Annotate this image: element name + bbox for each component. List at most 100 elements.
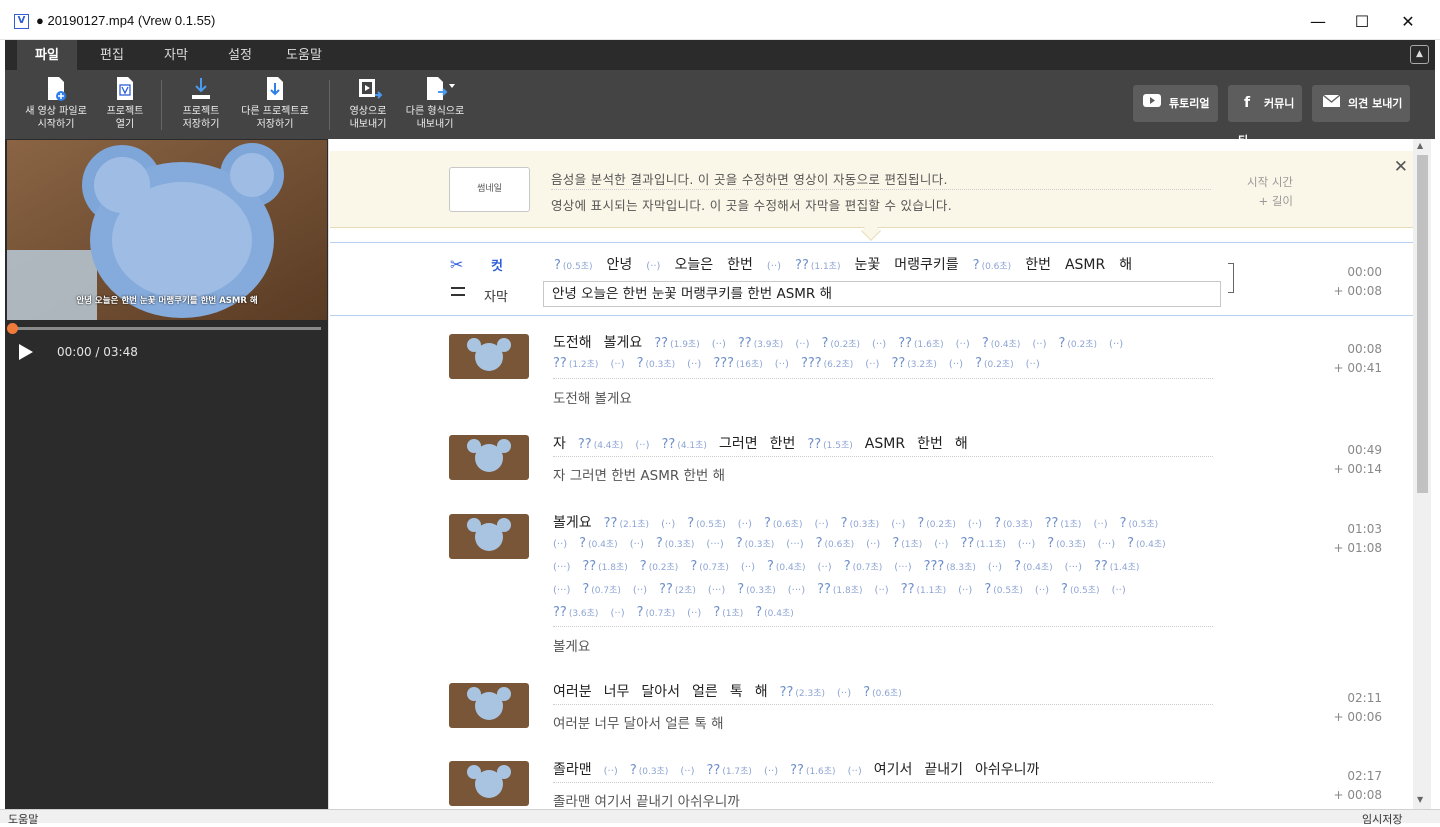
divider <box>553 704 1213 705</box>
transcript-editor: 썸네일 음성을 분석한 결과입니다. 이 곳을 수정하면 영상이 자동으로 편집… <box>328 139 1413 809</box>
clip-time: 01:03 + 01:08 <box>1333 522 1382 555</box>
clip-time: 00:00 + 00:08 <box>1333 265 1382 298</box>
speech-words[interactable]: 여러분 너무 달아서 얼른 톡 해?? (2.3초) (··)? (0.6초) <box>553 681 914 701</box>
clip-time: 02:11 + 00:06 <box>1333 691 1382 724</box>
save-project-button[interactable]: 프로젝트 저장하기 <box>173 76 229 131</box>
youtube-icon <box>1143 85 1161 122</box>
save-as-icon <box>264 76 286 102</box>
speech-words[interactable]: (···)? (0.7초) (··)?? (2초) (···)? (0.3초) (···)?… <box>553 581 1138 597</box>
vertical-scrollbar[interactable]: ▲ ▼ <box>1413 139 1431 809</box>
menu-help[interactable]: 도움말 <box>277 40 331 70</box>
toolbar-separator <box>329 80 330 130</box>
clip-thumbnail[interactable] <box>449 761 529 806</box>
vrew-logo-icon: V <box>14 14 29 29</box>
export-video-icon <box>357 76 383 102</box>
speech-words[interactable]: ?? (1.2초) (··)? (0.3초) (··)??? (16초) (··)??? (6… <box>553 355 1052 371</box>
facebook-icon: f <box>1243 95 1251 111</box>
title-bar: V ● 20190127.mp4 (Vrew 0.1.55) — ☐ ✕ <box>0 0 1440 40</box>
notice-divider <box>551 189 1211 190</box>
new-video-button[interactable]: 새 영상 파일로 시작하기 <box>19 76 93 131</box>
divider <box>553 378 1213 379</box>
menu-subtitle[interactable]: 자막 <box>149 40 203 70</box>
new-video-icon <box>45 76 67 102</box>
minimize-button[interactable]: — <box>1296 8 1340 36</box>
help-notice: 썸네일 음성을 분석한 결과입니다. 이 곳을 수정하면 영상이 자동으로 편집… <box>330 151 1413 228</box>
scroll-down-icon[interactable]: ▼ <box>1417 795 1423 804</box>
clip-thumbnail[interactable] <box>449 435 529 480</box>
speech-words[interactable]: 도전해 볼게요?? (1.9초) (··)?? (3.9초) (··)? (0.2초) (··… <box>553 332 1135 352</box>
clip-subtitle[interactable]: 졸라맨 여기서 끝내기 아쉬우니까 <box>553 790 740 809</box>
clip-time: 00:49 + 00:14 <box>1333 443 1382 476</box>
status-bar: 도움말 임시저장 <box>0 809 1440 826</box>
close-notice-button[interactable]: ✕ <box>1394 157 1408 177</box>
open-project-button[interactable]: 프로젝트 열기 <box>97 76 153 131</box>
speech-words[interactable]: 졸라맨 (··)? (0.3초) (··)?? (1.7초) (··)?? (1.6초) (·… <box>553 759 1051 779</box>
app-window: V ● 20190127.mp4 (Vrew 0.1.55) — ☐ ✕ 파일 … <box>0 0 1440 826</box>
play-icon[interactable] <box>19 344 33 360</box>
scroll-up-icon[interactable]: ▲ <box>1417 141 1423 150</box>
export-format-icon <box>424 76 455 102</box>
export-video-button[interactable]: 영상으로 내보내기 <box>341 76 395 131</box>
menu-edit[interactable]: 편집 <box>85 40 139 70</box>
speech-words[interactable]: (··)? (0.4초) (··)? (0.3초) (···)? (0.3초) (···)?… <box>553 535 1178 551</box>
clip-subtitle[interactable]: 자 그러면 한번 ASMR 한번 해 <box>553 464 725 484</box>
menu-bar: 파일 편집 자막 설정 도움말 ▲ <box>5 40 1435 70</box>
scissors-icon: ✂ <box>450 255 464 274</box>
save-project-icon <box>190 76 212 102</box>
current-clip-row[interactable]: ✂ 컷 자막 ? (0.5초) 안녕 (··) 오늘은 한번 (··)?? (1.1초) 눈꽃 머… <box>330 242 1413 316</box>
clip-row[interactable]: 졸라맨 (··)? (0.3초) (··)?? (1.7초) (··)?? (1.6초) (·… <box>330 755 1413 809</box>
tutorial-button[interactable]: 튜토리얼 <box>1133 85 1218 122</box>
video-caption: 안녕 오늘은 한번 눈꽃 머랭쿠키를 한번 ASMR 해 <box>76 296 258 306</box>
toolbar: 새 영상 파일로 시작하기 프로젝트 열기 프로젝트 저장하기 다른 프로젝트로… <box>5 70 1435 147</box>
seek-handle[interactable] <box>7 323 18 334</box>
export-format-button[interactable]: 다른 형식으로 내보내기 <box>403 76 467 131</box>
join-bracket <box>1228 263 1234 293</box>
clip-thumbnail[interactable] <box>449 334 529 379</box>
status-help[interactable]: 도움말 <box>8 811 38 827</box>
community-button[interactable]: f커뮤니티 <box>1228 85 1302 147</box>
length-label: + 길이 <box>1258 194 1293 208</box>
close-window-button[interactable]: ✕ <box>1386 8 1430 36</box>
menu-file[interactable]: 파일 <box>17 40 77 70</box>
video-player-panel: 안녕 오늘은 한번 눈꽃 머랭쿠키를 한번 ASMR 해 00:00 / 03:… <box>5 139 328 809</box>
clip-subtitle[interactable]: 볼게요 <box>553 635 590 655</box>
status-autosave: 임시저장 <box>1362 813 1403 826</box>
open-project-icon <box>114 76 136 102</box>
seek-bar[interactable] <box>13 327 321 330</box>
thumbnail-button[interactable]: 썸네일 <box>449 167 530 212</box>
clip-row[interactable]: 도전해 볼게요?? (1.9초) (··)?? (3.9초) (··)? (0.2초) (··… <box>330 328 1413 428</box>
save-as-button[interactable]: 다른 프로젝트로 저장하기 <box>237 76 313 131</box>
clip-time: 00:08 + 00:41 <box>1333 342 1382 375</box>
subtitle-label: 자막 <box>484 290 508 305</box>
clip-subtitle[interactable]: 여러분 너무 달아서 얼른 톡 해 <box>553 712 724 732</box>
speech-words[interactable]: ? (0.5초) 안녕 (··) 오늘은 한번 (··)?? (1.1초) 눈꽃 머랭쿠키를? (0… <box>554 254 1146 274</box>
maximize-button[interactable]: ☐ <box>1340 8 1384 36</box>
menu-settings[interactable]: 설정 <box>213 40 267 70</box>
clip-time: 02:17 + 00:08 <box>1333 769 1382 802</box>
window-title: ● 20190127.mp4 (Vrew 0.1.55) <box>36 13 216 28</box>
video-frame-image <box>7 140 327 320</box>
divider <box>553 456 1213 457</box>
clip-row[interactable]: 여러분 너무 달아서 얼른 톡 해?? (2.3초) (··)? (0.6초) 여러분 너무 달… <box>330 677 1413 747</box>
speech-words[interactable]: 볼게요?? (2.1초) (··)? (0.5초) (··)? (0.6초) (··)? (0… <box>553 512 1170 532</box>
mail-icon <box>1322 85 1340 122</box>
notice-line-1: 음성을 분석한 결과입니다. 이 곳을 수정하면 영상이 자동으로 편집됩니다. <box>551 172 948 187</box>
cut-label: 컷 <box>491 259 503 274</box>
collapse-ribbon-icon[interactable]: ▲ <box>1410 45 1429 64</box>
send-feedback-button[interactable]: 의견 보내기 <box>1312 85 1410 122</box>
divider <box>553 626 1213 627</box>
scroll-thumb[interactable] <box>1417 155 1428 493</box>
clip-row[interactable]: 자?? (4.4초) (··)?? (4.1초) 그러면 한번?? (1.5초) ASMR 한번… <box>330 429 1413 499</box>
video-preview[interactable]: 안녕 오늘은 한번 눈꽃 머랭쿠키를 한번 ASMR 해 <box>7 140 327 320</box>
clip-thumbnail[interactable] <box>449 514 529 559</box>
subtitle-input[interactable]: 안녕 오늘은 한번 눈꽃 머랭쿠키를 한번 ASMR 해 <box>543 281 1221 307</box>
playback-time: 00:00 / 03:48 <box>57 345 138 359</box>
clip-row[interactable]: 볼게요?? (2.1초) (··)? (0.5초) (··)? (0.6초) (··)? (0… <box>330 508 1413 678</box>
speech-words[interactable]: (···)?? (1.8초)? (0.2초)? (0.7초) (··)? (0.4초) (·… <box>553 558 1151 574</box>
toolbar-separator <box>161 80 162 130</box>
clip-subtitle[interactable]: 도전해 볼게요 <box>553 387 632 407</box>
start-time-label: 시작 시간 <box>1247 175 1293 189</box>
speech-words[interactable]: ?? (3.6초) (··)? (0.7초) (··)? (1초)? (0.4초) <box>553 604 806 620</box>
clip-thumbnail[interactable] <box>449 683 529 728</box>
speech-words[interactable]: 자?? (4.4초) (··)?? (4.1초) 그러면 한번?? (1.5초) ASMR 한번… <box>553 433 980 453</box>
